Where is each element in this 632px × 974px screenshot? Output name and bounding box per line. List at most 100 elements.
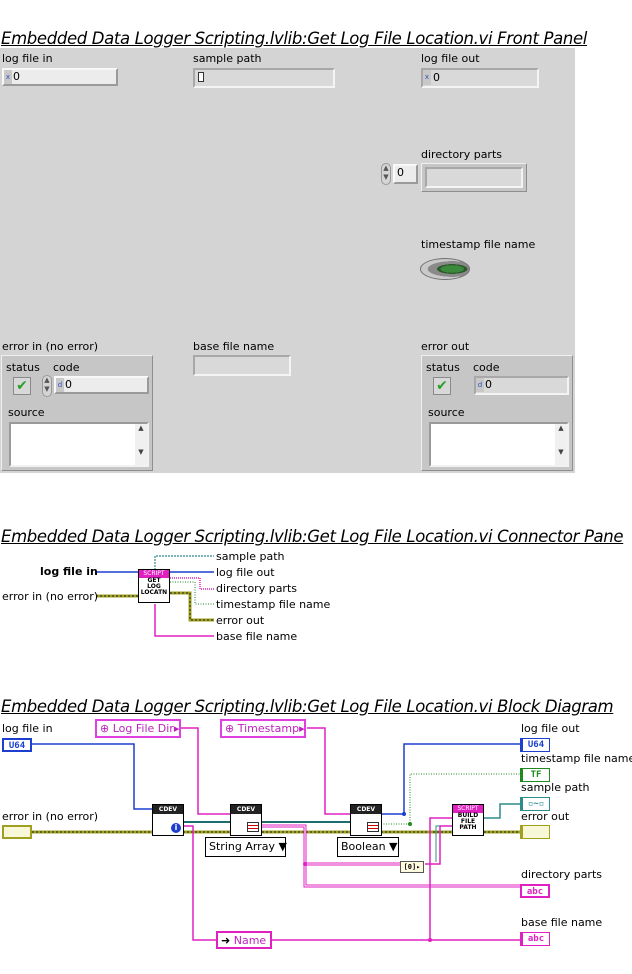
front-panel: log file in x0 sample path log file out … bbox=[0, 48, 575, 473]
bd-error-in-terminal[interactable] bbox=[2, 825, 32, 839]
list-icon bbox=[247, 822, 259, 832]
index-array-node[interactable]: [0]▸ bbox=[400, 861, 424, 873]
boolean-ring[interactable]: Boolean ▼ bbox=[337, 837, 399, 857]
log-file-in-value: 0 bbox=[13, 70, 20, 83]
front-panel-heading: Embedded Data Logger Scripting.lvlib:Get… bbox=[1, 29, 588, 48]
sample-path-indicator bbox=[193, 68, 335, 88]
log-file-in-label: log file in bbox=[2, 52, 53, 65]
globe-icon: ⊕ bbox=[225, 722, 235, 735]
cp-error-in-label: error in (no error) bbox=[2, 590, 99, 603]
base-file-name-indicator bbox=[193, 355, 291, 376]
timestamp-led-indicator bbox=[420, 258, 470, 280]
name-constant[interactable]: ➜ Name bbox=[216, 931, 272, 949]
node-band: CDEV bbox=[231, 805, 261, 814]
boolean-ring-text: Boolean bbox=[341, 840, 386, 853]
name-text: Name bbox=[233, 934, 267, 947]
list-icon bbox=[367, 822, 379, 832]
radix-indicator: x bbox=[4, 70, 12, 84]
cp-timestamp-file-name-label: timestamp file name bbox=[216, 598, 331, 611]
bd-sample-path-label: sample path bbox=[521, 781, 590, 794]
error-out-source-label: source bbox=[428, 406, 465, 419]
bd-error-in-label: error in (no error) bbox=[2, 810, 99, 823]
error-in-source-field[interactable]: ▲ ▼ bbox=[9, 422, 149, 467]
error-in-status-checkbox[interactable]: ✔ bbox=[13, 377, 31, 395]
bd-log-file-in-terminal[interactable]: U64 bbox=[2, 738, 32, 752]
log-file-dir-text: Log File Dir bbox=[112, 722, 174, 735]
error-out-code-value: 0 bbox=[485, 378, 492, 391]
get-log-location-icon[interactable]: SCRIPT GET LOG LOCATN bbox=[138, 569, 170, 603]
error-in-label: error in (no error) bbox=[2, 340, 99, 353]
base-file-name-label: base file name bbox=[193, 340, 275, 353]
cp-log-file-in-label: log file in bbox=[40, 565, 98, 578]
dropdown-arrow-icon: ▼ bbox=[389, 840, 398, 853]
timestamp-text: Timestamp bbox=[237, 722, 300, 735]
radix-indicator: d bbox=[476, 378, 484, 392]
bd-base-file-name-label: base file name bbox=[521, 916, 603, 929]
error-out-status-indicator: ✔ bbox=[433, 377, 451, 395]
bd-log-file-out-label: log file out bbox=[521, 722, 580, 735]
error-out-label: error out bbox=[421, 340, 470, 353]
radix-indicator: x bbox=[423, 70, 431, 85]
node-band: CDEV bbox=[351, 805, 381, 814]
error-in-code-spinner[interactable]: ▲ ▼ bbox=[42, 375, 52, 397]
error-out-code-indicator: d0 bbox=[474, 376, 569, 395]
cp-sample-path-label: sample path bbox=[216, 550, 285, 563]
cp-base-file-name-label: base file name bbox=[216, 630, 298, 643]
log-file-in-control[interactable]: x0 bbox=[2, 68, 118, 86]
error-out-source-field: ▲ ▼ bbox=[429, 422, 569, 467]
timestamp-constant[interactable]: ⊕ Timestamp▸ bbox=[220, 719, 306, 738]
cdev-string-array-node[interactable]: CDEV bbox=[230, 804, 262, 836]
arrow-right-icon: ▸ bbox=[299, 722, 305, 735]
globe-icon: ⊕ bbox=[100, 722, 110, 735]
error-in-code-value: 0 bbox=[65, 378, 72, 391]
arrow-right-icon: ➜ bbox=[221, 934, 231, 947]
connector-pane-heading: Embedded Data Logger Scripting.lvlib:Get… bbox=[1, 527, 624, 546]
bd-error-out-label: error out bbox=[521, 810, 570, 823]
error-out-source-scrollbar[interactable]: ▲ ▼ bbox=[555, 424, 567, 465]
error-in-status-label: status bbox=[6, 361, 40, 374]
string-array-ring-text: String Array bbox=[209, 840, 275, 853]
bd-timestamp-terminal: TF bbox=[520, 768, 550, 782]
error-in-source-label: source bbox=[8, 406, 45, 419]
arrow-right-icon: ▸ bbox=[173, 722, 180, 735]
string-array-ring[interactable]: String Array ▼ bbox=[205, 837, 287, 857]
log-file-out-indicator: x0 bbox=[421, 68, 539, 88]
directory-parts-element bbox=[425, 167, 523, 188]
cp-directory-parts-label: directory parts bbox=[216, 582, 297, 595]
error-in-code-input[interactable]: d0 bbox=[54, 376, 149, 394]
log-file-out-label: log file out bbox=[421, 52, 480, 65]
log-file-dir-constant[interactable]: ⊕ Log File Dir▸ bbox=[95, 719, 181, 738]
bd-directory-parts-terminal: abc bbox=[520, 884, 550, 898]
build-file-path-subvi[interactable]: SCRIPT BUILD FILE PATH bbox=[452, 804, 484, 836]
bd-error-out-terminal bbox=[520, 825, 550, 839]
bd-sample-path-terminal: ▫~▫ bbox=[520, 797, 550, 811]
dropdown-arrow-icon: ▼ bbox=[278, 840, 287, 853]
array-index-input[interactable]: 0 bbox=[393, 164, 418, 184]
error-out-cluster: status code ✔ d0 source ▲ ▼ bbox=[421, 355, 573, 471]
path-icon bbox=[198, 72, 204, 82]
error-in-source-scrollbar[interactable]: ▲ ▼ bbox=[135, 424, 147, 465]
log-file-out-value: 0 bbox=[433, 71, 440, 84]
bd-log-file-out-terminal: U64 bbox=[520, 738, 550, 752]
directory-parts-array bbox=[421, 163, 527, 192]
icon-text-3: LOCATN bbox=[140, 589, 168, 596]
sample-path-label: sample path bbox=[193, 52, 262, 65]
error-in-cluster: status code ✔ ▲ ▼ d0 source ▲ ▼ bbox=[1, 355, 153, 471]
directory-parts-label: directory parts bbox=[421, 148, 502, 161]
cp-error-out-label: error out bbox=[216, 614, 265, 627]
array-index-spinner[interactable]: ▲ ▼ bbox=[381, 163, 391, 185]
info-icon: i bbox=[171, 823, 181, 833]
error-out-code-label: code bbox=[473, 361, 500, 374]
bd-base-file-name-terminal: abc bbox=[520, 932, 550, 946]
bd-log-file-in-label: log file in bbox=[2, 722, 53, 735]
cdev-info-node[interactable]: CDEV i bbox=[152, 804, 184, 836]
error-in-code-label: code bbox=[53, 361, 80, 374]
error-out-status-label: status bbox=[426, 361, 460, 374]
cdev-boolean-node[interactable]: CDEV bbox=[350, 804, 382, 836]
build-text-3: PATH bbox=[459, 824, 477, 831]
array-index-value: 0 bbox=[397, 166, 404, 179]
bd-directory-parts-label: directory parts bbox=[521, 868, 602, 881]
node-band: CDEV bbox=[153, 805, 183, 814]
radix-indicator: d bbox=[56, 378, 64, 392]
timestamp-file-name-label: timestamp file name bbox=[421, 238, 536, 251]
